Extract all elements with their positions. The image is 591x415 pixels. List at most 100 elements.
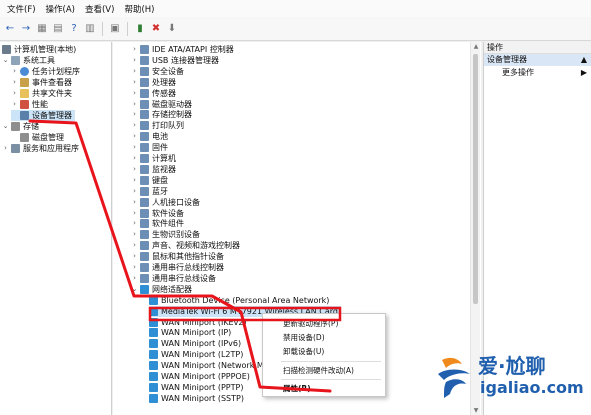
device-category[interactable]: › 磁盘驱动器 bbox=[131, 99, 192, 110]
network-adapter-icon bbox=[149, 361, 158, 371]
tree-item-label: 计算机管理(本地) bbox=[14, 45, 77, 54]
device-category[interactable]: › 人机接口设备 bbox=[131, 197, 200, 208]
chevron-right-icon[interactable]: › bbox=[131, 175, 138, 186]
network-adapter-item[interactable]: WAN Miniport (Network Mo bbox=[149, 360, 272, 371]
tree-item-disk-management[interactable]: 磁盘管理 bbox=[11, 132, 64, 143]
chevron-right-icon[interactable]: › bbox=[131, 240, 138, 251]
network-adapter-item[interactable]: WAN Miniport (SSTP) bbox=[149, 393, 247, 404]
collapse-icon[interactable]: ▲ bbox=[581, 54, 587, 66]
device-category[interactable]: › 软件设备 bbox=[131, 208, 184, 219]
chevron-right-icon[interactable]: › bbox=[131, 88, 138, 99]
menu-item-update-driver[interactable]: 更新驱动程序(P) bbox=[283, 318, 338, 329]
action-pane-icon[interactable]: ▥ bbox=[83, 22, 97, 36]
device-category[interactable]: › 安全设备 bbox=[131, 66, 184, 77]
chevron-right-icon[interactable]: › bbox=[131, 131, 138, 142]
chevron-right-icon[interactable]: › bbox=[2, 143, 9, 154]
chevron-right-icon[interactable]: › bbox=[131, 142, 138, 153]
tree-item-task-scheduler[interactable]: › 任务计划程序 bbox=[11, 66, 80, 77]
network-adapter-item[interactable]: WAN Miniport (IKEv2) bbox=[149, 317, 250, 328]
network-adapter-item[interactable]: WAN Miniport (IP) bbox=[149, 327, 234, 338]
device-category[interactable]: › 计算机 bbox=[131, 153, 176, 164]
menu-file[interactable]: 文件(F) bbox=[2, 3, 41, 15]
menu-item-scan-hardware[interactable]: 扫描检测硬件改动(A) bbox=[283, 365, 354, 376]
update-driver-icon[interactable]: ▮ bbox=[133, 22, 147, 36]
device-category[interactable]: › 蓝牙 bbox=[131, 186, 168, 197]
scroll-thumb[interactable] bbox=[473, 54, 478, 304]
device-category[interactable]: › 通用串行总线控制器 bbox=[131, 262, 224, 273]
more-actions-item[interactable]: 更多操作 ▶ bbox=[484, 66, 591, 80]
forward-arrow-icon[interactable]: → bbox=[19, 22, 33, 36]
chevron-right-icon[interactable]: › bbox=[11, 88, 18, 99]
tree-item-performance[interactable]: › 性能 bbox=[11, 99, 48, 110]
device-category[interactable]: › IDE ATA/ATAPI 控制器 bbox=[131, 44, 234, 55]
chevron-right-icon[interactable]: › bbox=[131, 153, 138, 164]
disable-device-icon[interactable]: ⬇ bbox=[165, 22, 179, 36]
show-tree-icon[interactable]: ▦ bbox=[35, 22, 49, 36]
scroll-up-icon[interactable]: ▲ bbox=[472, 43, 480, 50]
device-category[interactable]: › 键盘 bbox=[131, 175, 168, 186]
uninstall-x-icon[interactable]: ✖ bbox=[149, 22, 163, 36]
chevron-right-icon[interactable]: › bbox=[131, 120, 138, 131]
network-adapter-item[interactable]: WAN Miniport (PPPOE) bbox=[149, 371, 253, 382]
scan-icon[interactable]: ▣ bbox=[108, 22, 122, 36]
device-category[interactable]: › 鼠标和其他指针设备 bbox=[131, 251, 224, 262]
menu-action[interactable]: 操作(A) bbox=[41, 3, 80, 15]
network-adapter-item[interactable]: Bluetooth Device (Personal Area Network) bbox=[149, 295, 332, 306]
chevron-right-icon[interactable]: › bbox=[131, 77, 138, 88]
action-section-device-manager[interactable]: 设备管理器 ▲ bbox=[484, 54, 591, 66]
back-arrow-icon[interactable]: ← bbox=[3, 22, 17, 36]
chevron-right-icon[interactable]: › bbox=[131, 251, 138, 262]
menu-item-properties[interactable]: 属性(R) bbox=[283, 383, 311, 394]
scroll-down-icon[interactable]: ▼ bbox=[472, 407, 480, 414]
chevron-right-icon[interactable]: › bbox=[131, 229, 138, 240]
tree-item-event-viewer[interactable]: › 事件查看器 bbox=[11, 77, 72, 88]
menu-help[interactable]: 帮助(H) bbox=[119, 3, 159, 15]
chevron-right-icon[interactable]: › bbox=[131, 186, 138, 197]
device-category[interactable]: › 监视器 bbox=[131, 164, 176, 175]
chevron-right-icon[interactable]: › bbox=[131, 208, 138, 219]
chevron-down-icon[interactable]: ⌄ bbox=[2, 121, 9, 132]
chevron-right-icon[interactable]: › bbox=[131, 99, 138, 110]
device-category[interactable]: › 固件 bbox=[131, 142, 168, 153]
device-category[interactable]: › 声音、视频和游戏控制器 bbox=[131, 240, 240, 251]
chevron-right-icon[interactable]: › bbox=[11, 66, 18, 77]
device-category-network-adapters[interactable]: ⌄ 网络适配器 bbox=[131, 284, 192, 295]
chevron-right-icon[interactable]: › bbox=[11, 77, 18, 88]
network-adapter-item[interactable]: WAN Miniport (L2TP) bbox=[149, 349, 246, 360]
tree-item-services-apps[interactable]: › 服务和应用程序 bbox=[2, 143, 79, 154]
properties-icon[interactable]: ▤ bbox=[51, 22, 65, 36]
chevron-right-icon[interactable]: › bbox=[131, 164, 138, 175]
device-category[interactable]: › USB 连接器管理器 bbox=[131, 55, 219, 66]
chevron-right-icon[interactable]: › bbox=[131, 273, 138, 284]
menu-item-uninstall-device[interactable]: 卸载设备(U) bbox=[283, 346, 324, 357]
chevron-right-icon[interactable]: › bbox=[131, 197, 138, 208]
chevron-right-icon[interactable]: › bbox=[131, 218, 138, 229]
chevron-down-icon[interactable]: ⌄ bbox=[2, 55, 9, 66]
device-category[interactable]: › 打印队列 bbox=[131, 120, 184, 131]
chevron-right-icon[interactable]: › bbox=[131, 44, 138, 55]
device-category[interactable]: › 电池 bbox=[131, 131, 168, 142]
menu-view[interactable]: 查看(V) bbox=[80, 3, 119, 15]
help-icon[interactable]: ? bbox=[67, 22, 81, 36]
tree-item-system-tools[interactable]: ⌄ 系统工具 bbox=[2, 55, 55, 66]
device-category[interactable]: › 生物识别设备 bbox=[131, 229, 200, 240]
chevron-right-icon[interactable]: › bbox=[131, 109, 138, 120]
tree-item-label: 系统工具 bbox=[23, 56, 55, 65]
tree-item-device-manager[interactable]: 设备管理器 bbox=[11, 110, 75, 121]
tree-item-computer-management[interactable]: 计算机管理(本地) bbox=[2, 44, 76, 55]
menu-item-disable-device[interactable]: 禁用设备(D) bbox=[283, 332, 325, 343]
chevron-right-icon[interactable]: › bbox=[131, 55, 138, 66]
chevron-right-icon[interactable]: › bbox=[11, 99, 18, 110]
tree-item-storage[interactable]: ⌄ 存储 bbox=[2, 121, 39, 132]
device-category[interactable]: › 存储控制器 bbox=[131, 109, 192, 120]
device-category[interactable]: › 传感器 bbox=[131, 88, 176, 99]
network-adapter-item[interactable]: WAN Miniport (IPv6) bbox=[149, 338, 244, 349]
device-category[interactable]: › 处理器 bbox=[131, 77, 176, 88]
network-adapter-item[interactable]: WAN Miniport (PPTP) bbox=[149, 382, 246, 393]
chevron-right-icon[interactable]: › bbox=[131, 262, 138, 273]
chevron-down-icon[interactable]: ⌄ bbox=[131, 284, 138, 295]
device-category[interactable]: › 软件组件 bbox=[131, 218, 184, 229]
chevron-right-icon[interactable]: › bbox=[131, 66, 138, 77]
device-category[interactable]: › 通用串行总线设备 bbox=[131, 273, 216, 284]
tree-item-shared-folders[interactable]: › 共享文件夹 bbox=[11, 88, 72, 99]
